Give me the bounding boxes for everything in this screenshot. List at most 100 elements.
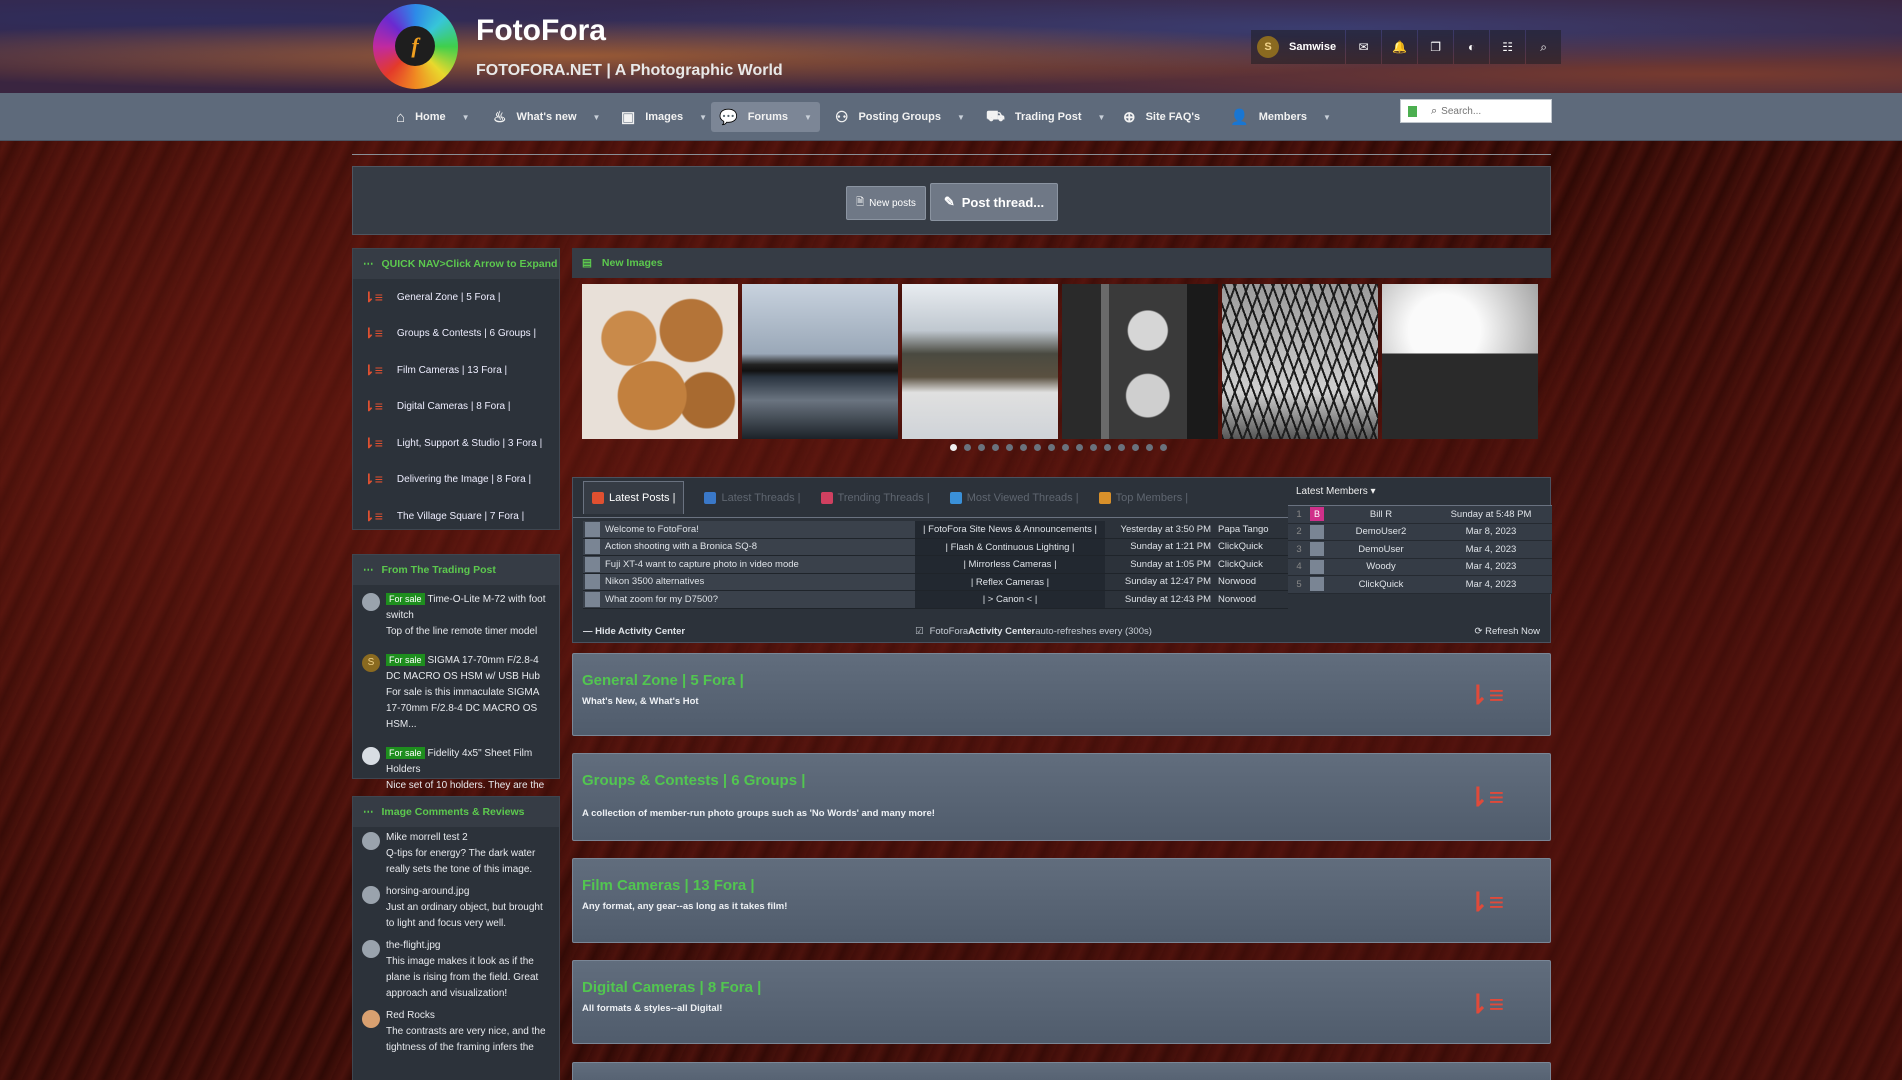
latest-members-header[interactable]: Latest Members ▾ xyxy=(1288,478,1552,506)
thumbnail-graffiti[interactable] xyxy=(1062,284,1218,439)
post-user[interactable]: Norwood xyxy=(1215,576,1275,587)
member-row[interactable]: 3 DemoUser Mar 4, 2023 xyxy=(1288,541,1552,559)
member-name[interactable]: Bill R xyxy=(1326,509,1436,520)
trading-item[interactable]: S For sale SIGMA 17-70mm F/2.8-4 DC MACRO … xyxy=(353,646,559,739)
post-title[interactable]: Fuji XT-4 want to capture photo in video… xyxy=(605,556,799,574)
member-row[interactable]: 2 DemoUser2 Mar 8, 2023 xyxy=(1288,523,1552,541)
tab-latest-threads[interactable]: Latest Threads | xyxy=(704,491,801,504)
post-title[interactable]: What zoom for my D7500? xyxy=(605,591,718,609)
zone-title[interactable]: Film Cameras | 13 Fora | xyxy=(582,877,755,894)
nav-whats-new[interactable]: ♨ What's new ▼ xyxy=(485,102,608,132)
tab-latest-posts[interactable]: Latest Posts | xyxy=(583,481,685,514)
tab-most-viewed[interactable]: Most Viewed Threads | xyxy=(949,491,1079,504)
zone-title[interactable]: General Zone | 5 Fora | xyxy=(582,672,744,689)
comment-item[interactable]: Mike morrell test 2 Q-tips for energy? Th… xyxy=(353,827,559,881)
member-row[interactable]: 1 B Bill R Sunday at 5:48 PM xyxy=(1288,506,1552,524)
post-title-cell[interactable]: Nikon 3500 alternatives xyxy=(583,573,915,591)
carousel-dot[interactable] xyxy=(1048,444,1055,451)
block-title[interactable]: Image Comments & Reviews xyxy=(382,806,525,818)
latest-post-row[interactable]: What zoom for my D7500? | > Canon < | Sund… xyxy=(583,591,1288,609)
chevron-down-icon[interactable]: ▼ xyxy=(804,113,812,122)
post-user[interactable]: Norwood xyxy=(1215,594,1275,605)
post-forum[interactable]: | Reflex Cameras | xyxy=(915,573,1105,590)
block-title[interactable]: From The Trading Post xyxy=(382,564,496,576)
tab-trending-threads[interactable]: Trending Threads | xyxy=(820,491,930,504)
post-title[interactable]: Action shooting with a Bronica SQ-8 xyxy=(605,538,757,556)
quick-nav-item[interactable]: ⇂≡ General Zone | 5 Fora | xyxy=(353,279,559,316)
comment-item[interactable]: horsing-around.jpg Just an ordinary objec… xyxy=(353,881,559,935)
carousel-dot[interactable] xyxy=(1076,444,1083,451)
post-title-cell[interactable]: Welcome to FotoFora! xyxy=(583,521,915,538)
quick-nav-item[interactable]: ⇂≡ Digital Cameras | 8 Fora | xyxy=(353,389,559,426)
tab-top-members[interactable]: Top Members | xyxy=(1098,491,1188,504)
chevron-down-icon[interactable]: ▼ xyxy=(1323,113,1331,122)
thumbnail-power-plant[interactable] xyxy=(742,284,898,439)
mail-icon[interactable]: ✉ xyxy=(1346,30,1382,64)
expand-icon[interactable]: ⇂≡ xyxy=(1467,889,1504,915)
forum-zone[interactable]: Groups & Contests | 6 Groups | A collecti… xyxy=(572,753,1551,841)
chevron-down-icon[interactable]: ▼ xyxy=(462,113,470,122)
post-title-cell[interactable]: What zoom for my D7500? xyxy=(583,591,915,608)
expand-icon[interactable]: ⇂≡ xyxy=(363,362,383,379)
forum-zone[interactable]: General Zone | 5 Fora | What's New, & Wha… xyxy=(572,653,1551,736)
thumbnail-church[interactable] xyxy=(1382,284,1538,439)
carousel-dot[interactable] xyxy=(1160,444,1167,451)
member-name[interactable]: Woody xyxy=(1326,561,1436,572)
post-user[interactable]: ClickQuick xyxy=(1215,559,1275,570)
thumbnail-cookies[interactable] xyxy=(582,284,738,439)
carousel-dot[interactable] xyxy=(1118,444,1125,451)
trading-item[interactable]: For sale Time-O-Lite M-72 with foot switc… xyxy=(353,585,559,646)
carousel-dot[interactable] xyxy=(1146,444,1153,451)
post-title-cell[interactable]: Action shooting with a Bronica SQ-8 xyxy=(583,538,915,556)
site-logo[interactable]: f xyxy=(373,4,458,89)
search-input[interactable] xyxy=(1441,105,1532,117)
post-title[interactable]: Welcome to FotoFora! xyxy=(605,521,699,539)
item-title[interactable]: Mike morrell test 2 xyxy=(386,832,468,843)
search-box[interactable]: ⌕ xyxy=(1400,99,1552,123)
zone-title[interactable]: Digital Cameras | 8 Fora | xyxy=(582,979,761,996)
expand-icon[interactable]: ⇂≡ xyxy=(1467,991,1504,1017)
carousel-dot[interactable] xyxy=(950,444,957,451)
quick-nav-item[interactable]: ⇂≡ Groups & Contests | 6 Groups | xyxy=(353,316,559,353)
post-title[interactable]: Nikon 3500 alternatives xyxy=(605,573,704,591)
expand-icon[interactable]: ⇂≡ xyxy=(363,325,383,342)
comment-item[interactable]: the-flight.jpg This image makes it look a… xyxy=(353,935,559,1005)
member-name[interactable]: ClickQuick xyxy=(1326,579,1436,590)
item-title[interactable]: horsing-around.jpg xyxy=(386,886,469,897)
carousel-dot[interactable] xyxy=(964,444,971,451)
item-title[interactable]: the-flight.jpg xyxy=(386,940,440,951)
expand-icon[interactable]: ⇂≡ xyxy=(363,508,383,525)
thumbnail-snow-truck[interactable] xyxy=(902,284,1058,439)
carousel-dot[interactable] xyxy=(978,444,985,451)
expand-icon[interactable]: ⇂≡ xyxy=(363,471,383,488)
bell-icon[interactable]: 🔔 xyxy=(1382,30,1418,64)
post-thread-button[interactable]: ✎ Post thread... xyxy=(930,183,1058,221)
latest-post-row[interactable]: Welcome to FotoFora! | FotoFora Site News… xyxy=(583,521,1288,539)
chevron-down-icon[interactable]: ▼ xyxy=(593,113,601,122)
nav-forums[interactable]: 💬 Forums ▼ xyxy=(711,102,820,132)
member-row[interactable]: 4 Woody Mar 4, 2023 xyxy=(1288,558,1552,576)
member-name[interactable]: DemoUser xyxy=(1326,544,1436,555)
chevron-down-icon[interactable]: ▼ xyxy=(957,113,965,122)
nav-site-faqs[interactable]: ⊕ Site FAQ's xyxy=(1115,102,1208,132)
carousel-dot[interactable] xyxy=(1034,444,1041,451)
quick-nav-item[interactable]: ⇂≡ The Village Square | 7 Fora | xyxy=(353,498,559,535)
latest-post-row[interactable]: Nikon 3500 alternatives | Reflex Cameras … xyxy=(583,573,1288,591)
post-user[interactable]: ClickQuick xyxy=(1215,541,1275,552)
copy-icon[interactable]: ❐ xyxy=(1418,30,1454,64)
carousel-dot[interactable] xyxy=(1062,444,1069,451)
member-row[interactable]: 5 ClickQuick Mar 4, 2023 xyxy=(1288,576,1552,594)
refresh-now-button[interactable]: ⟳ Refresh Now xyxy=(1474,626,1540,637)
post-forum[interactable]: | FotoFora Site News & Announcements | xyxy=(915,521,1105,538)
chat-icon[interactable]: ☷ xyxy=(1490,30,1526,64)
hide-activity-link[interactable]: — Hide Activity Center xyxy=(583,626,685,637)
forum-zone[interactable]: Film Cameras | 13 Fora | Any format, any … xyxy=(572,858,1551,943)
carousel-dot[interactable] xyxy=(1104,444,1111,451)
member-name[interactable]: DemoUser2 xyxy=(1326,526,1436,537)
post-user[interactable]: Papa Tango xyxy=(1215,524,1275,535)
chevron-down-icon[interactable]: ▼ xyxy=(1098,113,1106,122)
zone-title[interactable]: Groups & Contests | 6 Groups | xyxy=(582,772,805,789)
expand-icon[interactable]: ⇂≡ xyxy=(363,435,383,452)
quick-nav-item[interactable]: ⇂≡ Light, Support & Studio | 3 Fora | xyxy=(353,425,559,462)
carousel-dot[interactable] xyxy=(1090,444,1097,451)
